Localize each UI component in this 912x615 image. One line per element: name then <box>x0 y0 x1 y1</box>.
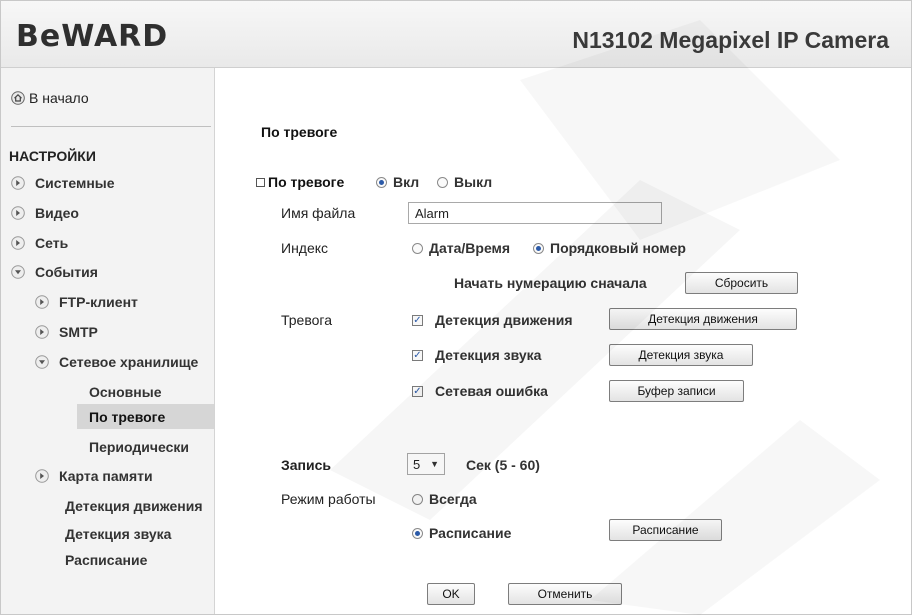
record-seconds-select[interactable]: 5 ▼ <box>407 453 445 475</box>
sound-detection-button[interactable]: Детекция звука <box>609 344 753 366</box>
header: BeWARD N13102 Megapixel IP Camera <box>1 1 911 68</box>
sidebar-item-system[interactable]: Системные <box>11 175 115 191</box>
sidebar-item-label: Периодически <box>89 439 189 455</box>
sidebar-item-memory-card[interactable]: Карта памяти <box>35 468 153 484</box>
home-link[interactable]: В начало <box>11 90 89 106</box>
sidebar-item-motion-detection[interactable]: Детекция движения <box>65 498 203 514</box>
camera-title: N13102 Megapixel IP Camera <box>572 27 889 53</box>
alarm-on-label: Вкл <box>393 174 420 190</box>
sidebar-item-label: Системные <box>35 175 115 191</box>
sidebar-item-sound-detection[interactable]: Детекция звука <box>65 526 171 542</box>
sidebar-item-ftp-client[interactable]: FTP-клиент <box>35 294 138 310</box>
check-sound-detection[interactable]: ✓ Детекция звука <box>412 347 541 363</box>
index-datetime-radio[interactable]: Дата/Время <box>412 240 510 256</box>
radio-selected-icon <box>376 176 387 188</box>
mode-label: Режим работы <box>281 491 376 507</box>
collapse-arrow-icon <box>11 265 25 279</box>
sidebar-item-label: Детекция движения <box>65 498 203 514</box>
checkbox-checked-icon: ✓ <box>412 385 423 397</box>
sidebar-item-network-storage[interactable]: Сетевое хранилище <box>35 354 198 370</box>
check-sound-label: Детекция звука <box>435 347 542 363</box>
sidebar: В начало НАСТРОЙКИ Системные Видео Сеть … <box>1 68 215 614</box>
sidebar-item-on-alarm[interactable]: По тревоге <box>89 409 165 425</box>
sidebar-item-label: Основные <box>89 384 162 400</box>
sidebar-item-label: SMTP <box>59 324 98 340</box>
sidebar-item-label: События <box>35 264 98 280</box>
reset-button[interactable]: Сбросить <box>685 272 798 294</box>
radio-empty-icon <box>412 493 423 505</box>
sidebar-item-label: Сеть <box>35 235 69 251</box>
mode-schedule-radio[interactable]: Расписание <box>412 525 511 541</box>
mode-schedule-label: Расписание <box>429 525 512 541</box>
alarm-toggle-row: По тревоге <box>256 174 344 190</box>
record-seconds-value: 5 <box>413 456 421 472</box>
restart-numbering-label: Начать нумерацию сначала <box>454 275 647 291</box>
record-unit: Сек (5 - 60) <box>466 457 540 473</box>
sidebar-item-label: Сетевое хранилище <box>59 354 199 370</box>
chevron-down-icon: ▼ <box>430 459 439 469</box>
expand-arrow-icon <box>11 206 25 220</box>
sidebar-item-smtp[interactable]: SMTP <box>35 324 98 340</box>
index-datetime-label: Дата/Время <box>429 240 511 256</box>
expand-arrow-icon <box>11 176 25 190</box>
sidebar-item-label: FTP-клиент <box>59 294 138 310</box>
radio-empty-icon <box>412 242 423 254</box>
record-buffer-button[interactable]: Буфер записи <box>609 380 744 402</box>
home-icon <box>11 91 25 105</box>
index-sequence-radio[interactable]: Порядковый номер <box>533 240 686 256</box>
main-content: По тревоге По тревоге Вкл Выкл Имя файла… <box>215 68 911 614</box>
schedule-button[interactable]: Расписание <box>609 519 722 541</box>
settings-heading: НАСТРОЙКИ <box>9 148 96 164</box>
ok-button[interactable]: OK <box>427 583 475 605</box>
radio-selected-icon <box>412 527 423 539</box>
expand-arrow-icon <box>35 469 49 483</box>
sidebar-item-periodic[interactable]: Периодически <box>89 439 189 455</box>
check-network-label: Сетевая ошибка <box>435 383 548 399</box>
record-label: Запись <box>281 457 332 473</box>
sidebar-item-basic[interactable]: Основные <box>89 384 162 400</box>
sidebar-item-label: Детекция звука <box>65 526 172 542</box>
alarm-on-radio[interactable]: Вкл <box>376 174 419 190</box>
record-unit-text: Сек (5 - 60) <box>466 457 540 473</box>
mode-always-radio[interactable]: Всегда <box>412 491 477 507</box>
page-title: По тревоге <box>261 124 338 140</box>
sidebar-item-schedule[interactable]: Расписание <box>65 552 147 568</box>
filename-input[interactable] <box>408 202 662 224</box>
checkbox-checked-icon: ✓ <box>412 349 423 361</box>
expand-arrow-icon <box>35 295 49 309</box>
expand-arrow-icon <box>11 236 25 250</box>
cancel-button[interactable]: Отменить <box>508 583 622 605</box>
collapse-arrow-icon <box>35 355 49 369</box>
sidebar-item-network[interactable]: Сеть <box>11 235 68 251</box>
sidebar-item-label: Видео <box>35 205 79 221</box>
sidebar-divider <box>11 126 211 127</box>
alarm-toggle-label: По тревоге <box>268 174 345 190</box>
expand-arrow-icon <box>35 325 49 339</box>
home-label: В начало <box>29 90 89 106</box>
filename-label: Имя файла <box>281 205 356 221</box>
alarm-label: Тревога <box>281 312 332 328</box>
sidebar-item-label: Расписание <box>65 552 148 568</box>
brand-logo: BeWARD <box>16 19 169 54</box>
index-label: Индекс <box>281 240 329 256</box>
index-sequence-label: Порядковый номер <box>550 240 686 256</box>
sidebar-item-video[interactable]: Видео <box>11 205 79 221</box>
sidebar-item-label: По тревоге <box>89 409 166 425</box>
motion-detection-button[interactable]: Детекция движения <box>609 308 797 330</box>
alarm-off-radio[interactable]: Выкл <box>437 174 492 190</box>
bullet-square-icon <box>256 177 265 187</box>
check-network-error[interactable]: ✓ Сетевая ошибка <box>412 383 548 399</box>
restart-numbering-text: Начать нумерацию сначала <box>454 275 647 291</box>
check-motion-detection[interactable]: ✓ Детекция движения <box>412 312 573 328</box>
check-motion-label: Детекция движения <box>435 312 573 328</box>
radio-selected-icon <box>533 242 544 254</box>
sidebar-item-label: Карта памяти <box>59 468 153 484</box>
checkbox-checked-icon: ✓ <box>412 314 423 326</box>
mode-always-label: Всегда <box>429 491 477 507</box>
alarm-off-label: Выкл <box>454 174 493 190</box>
radio-empty-icon <box>437 176 448 188</box>
sidebar-item-events[interactable]: События <box>11 264 98 280</box>
